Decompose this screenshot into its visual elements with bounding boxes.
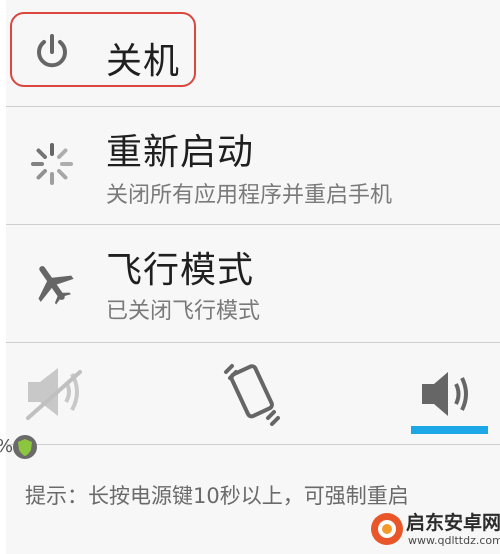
silent-mode-button[interactable] [14,354,104,434]
restart-label: 重新启动 [106,132,255,173]
power-off-label: 关机 [106,41,181,82]
status-fragment: % [0,434,40,462]
vibrate-mode-button[interactable] [208,354,298,434]
airplane-mode-subtitle: 已关闭飞行模式 [106,299,261,324]
site-watermark: 启东安卓网 www.qdlttdz.com [370,506,500,554]
watermark-name: 启东安卓网 [406,512,500,534]
speaker-volume-icon [422,372,468,416]
divider [6,342,500,343]
selected-mode-indicator [411,426,488,434]
watermark-logo-icon [371,513,403,545]
sound-on-button[interactable] [404,354,494,434]
restart-item[interactable]: 重新启动 关闭所有应用程序并重启手机 [6,107,500,224]
loading-spinner-icon [31,143,73,185]
restart-subtitle: 关闭所有应用程序并重启手机 [106,183,393,208]
muted-speaker-icon [26,368,82,420]
airplane-mode-item[interactable]: 飞行模式 已关闭飞行模式 [6,225,500,342]
divider [6,444,500,445]
force-restart-hint: 提示：长按电源键10秒以上，可强制重启 [25,484,409,508]
airplane-icon [38,266,74,305]
vibrate-phone-icon [224,364,280,426]
power-icon [37,34,67,68]
shield-icon [13,435,37,459]
power-off-item[interactable]: 关机 [6,0,500,106]
airplane-mode-label: 飞行模式 [106,250,255,291]
watermark-url: www.qdlttdz.com [408,534,500,547]
